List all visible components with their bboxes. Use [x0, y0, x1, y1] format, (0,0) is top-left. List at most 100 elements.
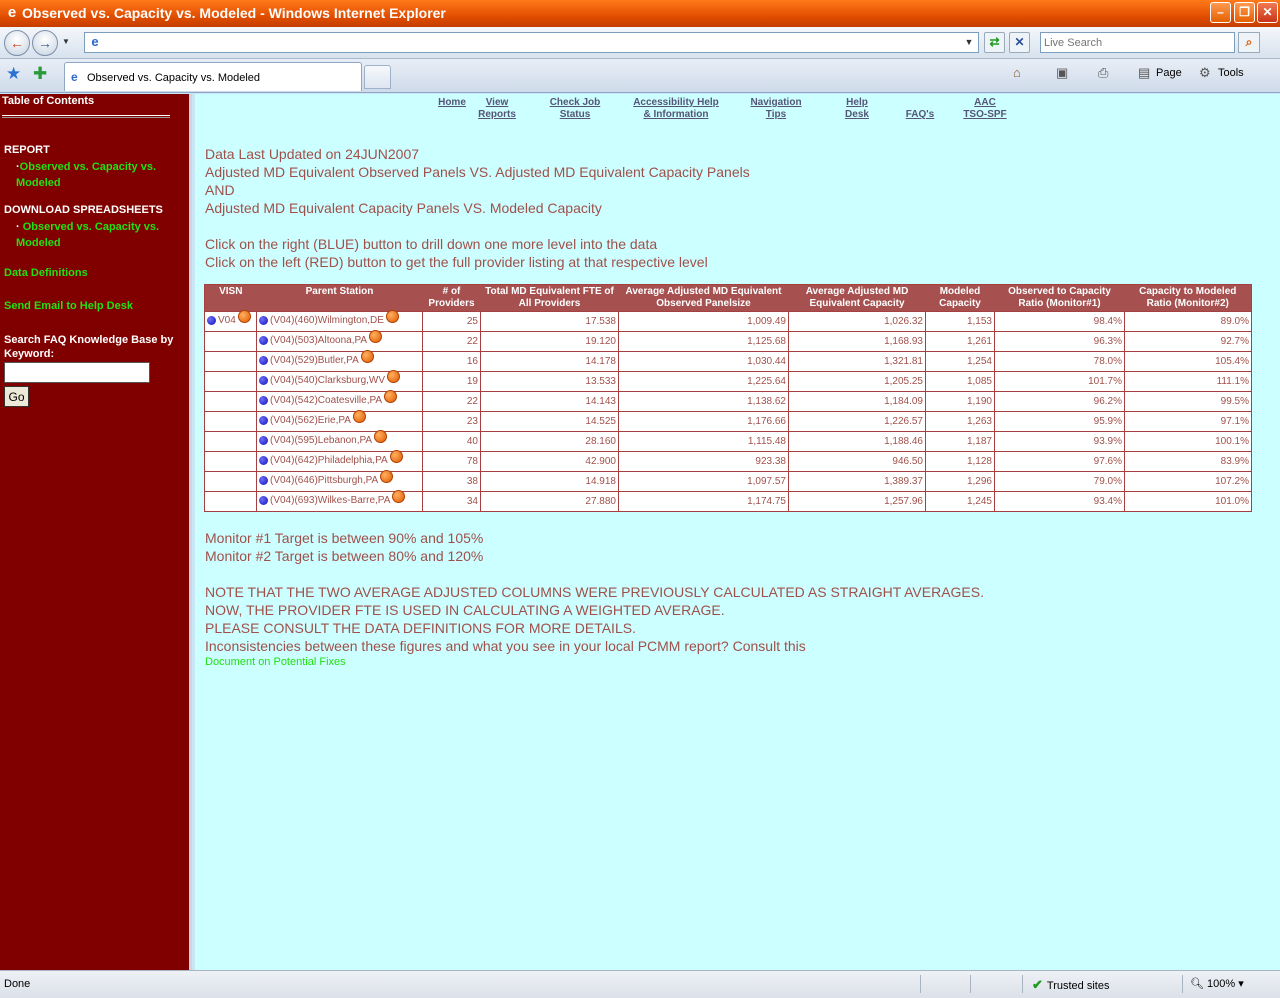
observed-cell: 1,225.64: [618, 371, 789, 392]
drilldown-blue-button[interactable]: [259, 475, 268, 485]
drilldown-blue-button[interactable]: [207, 315, 216, 325]
visn-cell: V04: [204, 310, 257, 332]
tab-current[interactable]: e Observed vs. Capacity vs. Modeled: [64, 62, 362, 91]
station-name[interactable]: (V04)(562)Erie,PA: [270, 415, 351, 426]
fte-cell: 13.533: [480, 371, 619, 392]
tools-menu[interactable]: Tools: [1218, 67, 1244, 79]
maximize-button[interactable]: ❐: [1234, 2, 1255, 23]
go-button[interactable]: Go: [4, 386, 29, 407]
add-favorites-icon[interactable]: ✚: [33, 64, 47, 84]
monitor-1-cell: 96.2%: [994, 391, 1125, 412]
toc-title: Table of Contents: [2, 95, 95, 107]
provider-listing-red-button[interactable]: [369, 330, 383, 343]
refresh-icon[interactable]: ⇄: [984, 32, 1005, 53]
nav-home[interactable]: Home: [427, 97, 477, 109]
provider-listing-red-button[interactable]: [392, 490, 406, 503]
stop-icon[interactable]: ✕: [1009, 32, 1030, 53]
title-bar: e Observed vs. Capacity vs. Modeled - Wi…: [0, 0, 1280, 27]
drilldown-blue-button[interactable]: [259, 335, 268, 345]
sidebar-link-report[interactable]: ·Observed vs. Capacity vs. Modeled: [16, 159, 176, 191]
report-heading: REPORT: [4, 144, 50, 156]
instruction-red: Click on the left (RED) button to get th…: [205, 254, 708, 270]
station-name[interactable]: (V04)(642)Philadelphia,PA: [270, 455, 388, 466]
drilldown-blue-button[interactable]: [259, 495, 268, 505]
provider-listing-red-button[interactable]: [389, 450, 403, 463]
drilldown-blue-button[interactable]: [259, 435, 268, 445]
station-cell: (V04)(503)Altoona,PA: [256, 330, 423, 352]
station-name[interactable]: (V04)(646)Pittsburgh,PA: [270, 475, 378, 486]
search-icon[interactable]: ⌕: [1238, 32, 1260, 53]
fte-cell: 42.900: [480, 451, 619, 472]
feeds-icon[interactable]: ▣: [1056, 65, 1068, 81]
search-box[interactable]: [1040, 32, 1235, 53]
provider-listing-red-button[interactable]: [352, 410, 366, 423]
nav-view-reports[interactable]: View Reports: [472, 97, 522, 121]
station-cell: (V04)(540)Clarksburg,WV: [256, 370, 423, 392]
favorites-star-icon[interactable]: ★: [6, 64, 21, 84]
monitor-1-target: Monitor #1 Target is between 90% and 105…: [205, 530, 484, 546]
modeled-cell: 1,245: [925, 491, 995, 512]
drilldown-blue-button[interactable]: [259, 315, 268, 325]
faq-search-input[interactable]: [4, 362, 150, 383]
station-name[interactable]: (V04)(503)Altoona,PA: [270, 335, 367, 346]
security-zone-label: Trusted sites: [1046, 980, 1110, 992]
nav-navigation-tips[interactable]: Navigation Tips: [741, 97, 811, 121]
monitor-1-cell: 97.6%: [994, 451, 1125, 472]
close-button[interactable]: ✕: [1257, 2, 1278, 23]
drilldown-blue-button[interactable]: [259, 415, 268, 425]
observed-cell: 1,138.62: [618, 391, 789, 412]
address-input[interactable]: [105, 34, 965, 51]
recent-pages-dropdown[interactable]: ▼: [62, 37, 70, 46]
sidebar-link-data-definitions[interactable]: Data Definitions: [4, 267, 88, 279]
provider-listing-red-button[interactable]: [374, 430, 388, 443]
address-bar[interactable]: e ▼: [84, 32, 979, 53]
provider-listing-red-button[interactable]: [385, 310, 399, 323]
station-name[interactable]: (V04)(460)Wilmington,DE: [270, 315, 384, 326]
address-toolbar: ← → ▼ e ▼ ⇄ ✕ ⌕: [0, 27, 1280, 59]
new-tab-button[interactable]: [364, 65, 391, 89]
station-cell: (V04)(646)Pittsburgh,PA: [256, 470, 423, 492]
monitor-1-cell: 95.9%: [994, 411, 1125, 432]
provider-listing-red-button[interactable]: [360, 350, 374, 363]
header-total-fte: Total MD Equivalent FTE of All Providers: [480, 284, 619, 312]
back-button[interactable]: ←: [4, 30, 30, 56]
header-observed-panelsize: Average Adjusted MD Equivalent Observed …: [618, 284, 789, 312]
station-name[interactable]: (V04)(693)Wilkes-Barre,PA: [270, 495, 390, 506]
data-updated-text: Data Last Updated on 24JUN2007: [205, 146, 420, 162]
nav-help-desk[interactable]: Help Desk: [832, 97, 882, 121]
drilldown-blue-button[interactable]: [259, 455, 268, 465]
page-menu[interactable]: Page: [1156, 67, 1182, 79]
address-dropdown[interactable]: ▼: [962, 35, 976, 50]
station-name[interactable]: (V04)(595)Lebanon,PA: [270, 435, 372, 446]
nav-aac-tso-spf[interactable]: AAC TSO-SPF: [955, 97, 1015, 121]
minimize-button[interactable]: –: [1210, 2, 1231, 23]
note-line-3: PLEASE CONSULT THE DATA DEFINITIONS FOR …: [205, 620, 636, 636]
provider-listing-red-button[interactable]: [237, 310, 251, 323]
print-icon[interactable]: ⎙: [1098, 65, 1108, 81]
nav-faqs[interactable]: FAQ's: [895, 109, 945, 121]
search-input[interactable]: [1041, 33, 1231, 52]
security-zone[interactable]: ✔ Trusted sites: [1032, 977, 1109, 993]
drilldown-blue-button[interactable]: [259, 375, 268, 385]
station-name[interactable]: (V04)(529)Butler,PA: [270, 355, 359, 366]
provider-listing-red-button[interactable]: [387, 370, 401, 383]
drilldown-blue-button[interactable]: [259, 355, 268, 365]
sidebar-link-download[interactable]: · Observed vs. Capacity vs. Modeled: [16, 219, 176, 251]
zoom-level[interactable]: 🔍︎ 100% ▾: [1190, 977, 1244, 990]
sidebar-link-send-email[interactable]: Send Email to Help Desk: [4, 300, 133, 312]
station-name[interactable]: (V04)(540)Clarksburg,WV: [270, 375, 385, 386]
station-cell: (V04)(542)Coatesville,PA: [256, 390, 423, 412]
station-name[interactable]: (V04)(542)Coatesville,PA: [270, 395, 382, 406]
nav-check-job-status[interactable]: Check Job Status: [540, 97, 610, 121]
forward-button[interactable]: →: [32, 30, 58, 56]
monitor-2-cell: 111.1%: [1124, 371, 1252, 392]
potential-fixes-link[interactable]: Document on Potential Fixes: [205, 656, 346, 668]
provider-listing-red-button[interactable]: [380, 470, 394, 483]
tab-title: Observed vs. Capacity vs. Modeled: [87, 72, 261, 84]
tools-gear-icon: ⚙: [1199, 65, 1211, 80]
table-header-row: VISN Parent Station # of Providers Total…: [204, 284, 1252, 312]
home-icon[interactable]: ⌂: [1013, 65, 1021, 80]
nav-accessibility-help[interactable]: Accessibility Help & Information: [625, 97, 727, 121]
provider-listing-red-button[interactable]: [384, 390, 398, 403]
drilldown-blue-button[interactable]: [259, 395, 268, 405]
